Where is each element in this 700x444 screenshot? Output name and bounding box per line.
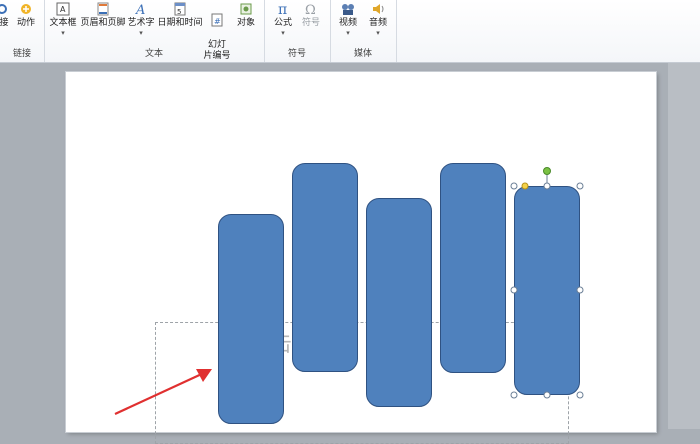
right-panel-strip xyxy=(668,63,700,429)
rounded-rect-shape[interactable] xyxy=(292,163,358,372)
hyperlink-icon xyxy=(0,4,7,14)
omega-icon: Ω xyxy=(305,3,316,16)
svg-text:#: # xyxy=(214,17,221,26)
svg-text:A: A xyxy=(60,5,66,14)
header-footer-icon xyxy=(97,2,109,16)
wordart-button[interactable]: A 艺术字 ▾ xyxy=(126,0,156,37)
object-label: 对象 xyxy=(236,18,255,28)
wordart-icon: A xyxy=(135,3,145,16)
date-time-button[interactable]: 5 日期和时间 xyxy=(154,0,206,29)
object-button[interactable]: 对象 xyxy=(232,0,260,29)
group-text: A 文本框 ▾ 页眉和页脚 A 艺术字 ▾ 5 日期和时间 # 幻灯 片编号 对… xyxy=(44,0,265,62)
group-symbols: π 公式 ▾ Ω 符号 符号 xyxy=(264,0,331,62)
textbox-icon: A xyxy=(56,2,70,16)
hyperlink-label: 接 xyxy=(0,18,9,28)
group-media: 视频 ▾ 音频 ▾ 媒体 xyxy=(330,0,397,62)
group-links: 接 动作 链接 xyxy=(0,0,45,62)
svg-text:A: A xyxy=(135,3,145,16)
action-label: 动作 xyxy=(16,18,35,28)
symbol-label: 符号 xyxy=(301,18,320,28)
textbox-label: 文本框 xyxy=(49,18,77,28)
hyperlink-button[interactable]: 接 xyxy=(0,0,14,29)
group-label-text: 文本 xyxy=(144,49,163,59)
equation-pi-icon: π xyxy=(278,2,287,16)
equation-label: 公式 xyxy=(273,18,292,28)
object-icon xyxy=(240,3,252,15)
ribbon: 接 动作 链接 A 文本框 ▾ 页眉和页脚 A 艺术字 ▾ 5 日期和时间 # xyxy=(0,0,700,63)
header-footer-button[interactable]: 页眉和页脚 xyxy=(78,0,128,29)
rounded-rect-shape[interactable] xyxy=(218,214,284,424)
svg-text:5: 5 xyxy=(177,8,181,16)
symbol-button[interactable]: Ω 符号 xyxy=(298,0,324,29)
video-label: 视频 xyxy=(338,18,357,28)
group-label-links: 链接 xyxy=(12,49,31,59)
action-button[interactable]: 动作 xyxy=(14,0,38,29)
video-icon xyxy=(342,4,354,15)
equation-button[interactable]: π 公式 ▾ xyxy=(270,0,296,37)
wordart-dropdown-icon[interactable]: ▾ xyxy=(126,29,156,37)
group-label-media: 媒体 xyxy=(353,49,372,59)
header-footer-label: 页眉和页脚 xyxy=(80,18,126,28)
action-icon xyxy=(21,4,31,14)
svg-text:π: π xyxy=(278,2,287,16)
textbox-button[interactable]: A 文本框 ▾ xyxy=(46,0,80,37)
textbox-dropdown-icon[interactable]: ▾ xyxy=(46,29,80,37)
svg-text:Ω: Ω xyxy=(305,3,316,16)
slide-number-icon: # xyxy=(211,13,223,27)
wordart-label: 艺术字 xyxy=(127,18,155,28)
speaker-icon xyxy=(373,4,384,14)
rounded-rect-shape[interactable] xyxy=(366,198,432,407)
date-time-label: 日期和时间 xyxy=(157,18,203,28)
rounded-rect-shape[interactable] xyxy=(440,163,506,373)
group-label-symbols: 符号 xyxy=(287,49,306,59)
audio-label: 音频 xyxy=(368,18,387,28)
audio-dropdown-icon[interactable]: ▾ xyxy=(364,29,392,37)
video-button[interactable]: 视频 ▾ xyxy=(334,0,362,37)
video-dropdown-icon[interactable]: ▾ xyxy=(334,29,362,37)
audio-button[interactable]: 音频 ▾ xyxy=(364,0,392,37)
rounded-rect-shape-selected[interactable] xyxy=(514,186,580,395)
equation-dropdown-icon[interactable]: ▾ xyxy=(270,29,296,37)
calendar-icon: 5 xyxy=(174,2,186,16)
